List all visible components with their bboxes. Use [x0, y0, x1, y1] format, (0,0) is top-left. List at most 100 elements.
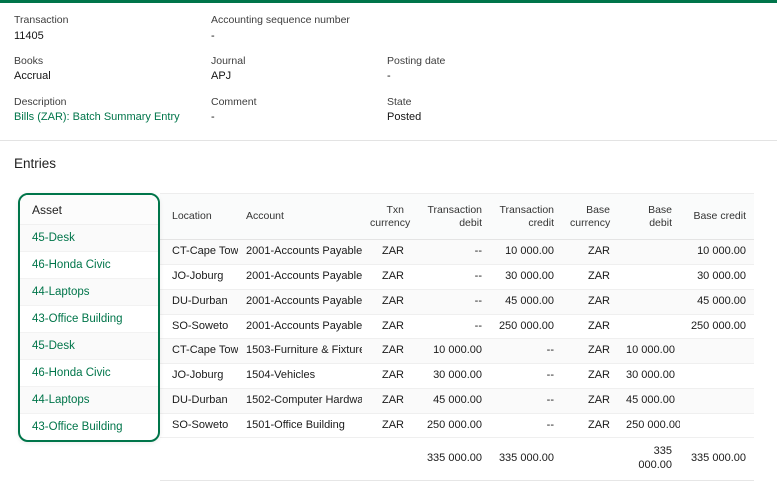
cell-base-debit — [618, 240, 680, 265]
field-label: Posting date — [387, 55, 763, 68]
state-value: Posted — [387, 111, 763, 124]
entries-table-body: CT-Cape Town2001-Accounts PayableZAR--10… — [160, 240, 754, 438]
cell-base-currency: ZAR — [562, 339, 618, 364]
column-header-base-currency: Base currency — [562, 194, 618, 240]
entries-table-totals: 335 000.00 335 000.00 335 000.00 335 000… — [160, 438, 754, 481]
cell-txn-currency: ZAR — [362, 314, 412, 339]
field-label: Comment — [211, 96, 387, 109]
cell-base-currency: ZAR — [562, 388, 618, 413]
totals-base-credit: 335 000.00 — [680, 438, 754, 481]
cell-location: SO-Soweto — [160, 413, 238, 438]
cell-base-credit — [680, 339, 754, 364]
cell-txn-debit: 45 000.00 — [412, 388, 490, 413]
cell-location: CT-Cape Town — [160, 240, 238, 265]
asset-column-header: Asset — [20, 195, 158, 225]
cell-txn-debit: -- — [412, 289, 490, 314]
asset-link[interactable]: 45-Desk — [20, 225, 158, 252]
entries-table-row: CT-Cape Town2001-Accounts PayableZAR--10… — [160, 240, 754, 265]
asset-link[interactable]: 45-Desk — [20, 333, 158, 360]
cell-base-currency: ZAR — [562, 289, 618, 314]
asset-link[interactable]: 43-Office Building — [20, 414, 158, 440]
cell-txn-currency: ZAR — [362, 413, 412, 438]
field-journal: Journal APJ — [211, 55, 387, 84]
cell-account: 2001-Accounts Payable — [238, 265, 362, 290]
asset-link[interactable]: 46-Honda Civic — [20, 360, 158, 387]
field-state: State Posted — [387, 96, 763, 125]
cell-txn-debit: -- — [412, 240, 490, 265]
cell-txn-currency: ZAR — [362, 388, 412, 413]
entries-table-row: SO-Soweto1501-Office BuildingZAR250 000.… — [160, 413, 754, 438]
totals-cell-account — [238, 438, 362, 481]
cell-txn-credit: 250 000.00 — [490, 314, 562, 339]
column-header-account: Account — [238, 194, 362, 240]
entries-table-row: JO-Joburg1504-VehiclesZAR30 000.00--ZAR3… — [160, 364, 754, 389]
column-header-transaction-debit: Transaction debit — [412, 194, 490, 240]
entries-table-row: SO-Soweto2001-Accounts PayableZAR--250 0… — [160, 314, 754, 339]
cell-base-currency: ZAR — [562, 364, 618, 389]
entries-table-row: DU-Durban1502-Computer HardwareZAR45 000… — [160, 388, 754, 413]
cell-txn-debit: -- — [412, 314, 490, 339]
cell-txn-currency: ZAR — [362, 364, 412, 389]
description-link[interactable]: Bills (ZAR): Batch Summary Entry — [14, 111, 211, 124]
cell-location: DU-Durban — [160, 388, 238, 413]
asset-link[interactable]: 46-Honda Civic — [20, 252, 158, 279]
cell-base-currency: ZAR — [562, 265, 618, 290]
entries-title: Entries — [14, 156, 763, 171]
totals-cell-txn-currency — [362, 438, 412, 481]
asset-link[interactable]: 44-Laptops — [20, 279, 158, 306]
cell-base-debit — [618, 265, 680, 290]
cell-txn-currency: ZAR — [362, 339, 412, 364]
cell-base-credit: 30 000.00 — [680, 265, 754, 290]
field-value: APJ — [211, 70, 387, 83]
totals-transaction-debit: 335 000.00 — [412, 438, 490, 481]
field-label: Description — [14, 96, 211, 109]
field-label: Transaction — [14, 14, 211, 27]
entries-table: Location Account Txn currency Transactio… — [160, 193, 754, 481]
totals-transaction-credit: 335 000.00 — [490, 438, 562, 481]
field-posting-date: Posting date - — [387, 55, 763, 84]
cell-txn-credit: -- — [490, 413, 562, 438]
field-value: - — [211, 30, 387, 43]
field-label: State — [387, 96, 763, 109]
totals-cell-location — [160, 438, 238, 481]
cell-txn-credit: 45 000.00 — [490, 289, 562, 314]
cell-txn-debit: 30 000.00 — [412, 364, 490, 389]
asset-column-highlight: Asset 45-Desk46-Honda Civic44-Laptops43-… — [18, 193, 160, 442]
cell-base-debit — [618, 314, 680, 339]
field-books: Books Accrual — [14, 55, 211, 84]
section-divider — [0, 140, 777, 141]
field-label: Journal — [211, 55, 387, 68]
entries-table-header: Location Account Txn currency Transactio… — [160, 194, 754, 240]
field-label: Accounting sequence number — [211, 14, 387, 27]
field-accounting-sequence-number: Accounting sequence number - — [211, 14, 387, 43]
field-comment: Comment - — [211, 96, 387, 125]
entries-table-row: JO-Joburg2001-Accounts PayableZAR--30 00… — [160, 265, 754, 290]
cell-base-currency: ZAR — [562, 240, 618, 265]
cell-base-credit — [680, 364, 754, 389]
cell-account: 2001-Accounts Payable — [238, 314, 362, 339]
cell-base-currency: ZAR — [562, 413, 618, 438]
cell-txn-credit: -- — [490, 388, 562, 413]
field-transaction: Transaction 11405 — [14, 14, 211, 43]
field-label: Books — [14, 55, 211, 68]
field-value: 11405 — [14, 30, 211, 43]
cell-location: JO-Joburg — [160, 364, 238, 389]
cell-txn-credit: -- — [490, 364, 562, 389]
asset-link[interactable]: 44-Laptops — [20, 387, 158, 414]
cell-location: SO-Soweto — [160, 314, 238, 339]
cell-base-credit: 10 000.00 — [680, 240, 754, 265]
totals-base-debit: 335 000.00 — [618, 438, 680, 481]
cell-txn-currency: ZAR — [362, 289, 412, 314]
asset-link[interactable]: 43-Office Building — [20, 306, 158, 333]
column-header-base-debit: Base debit — [618, 194, 680, 240]
cell-account: 2001-Accounts Payable — [238, 240, 362, 265]
field-value: - — [211, 111, 387, 124]
cell-base-debit: 45 000.00 — [618, 388, 680, 413]
cell-account: 1501-Office Building — [238, 413, 362, 438]
column-header-base-credit: Base credit — [680, 194, 754, 240]
entries-table-row: CT-Cape Town1503-Furniture & FixturesZAR… — [160, 339, 754, 364]
totals-row: 335 000.00 335 000.00 335 000.00 335 000… — [160, 438, 754, 481]
entries-section: Asset 45-Desk46-Honda Civic44-Laptops43-… — [0, 193, 777, 493]
cell-txn-credit: 10 000.00 — [490, 240, 562, 265]
cell-txn-debit: -- — [412, 265, 490, 290]
